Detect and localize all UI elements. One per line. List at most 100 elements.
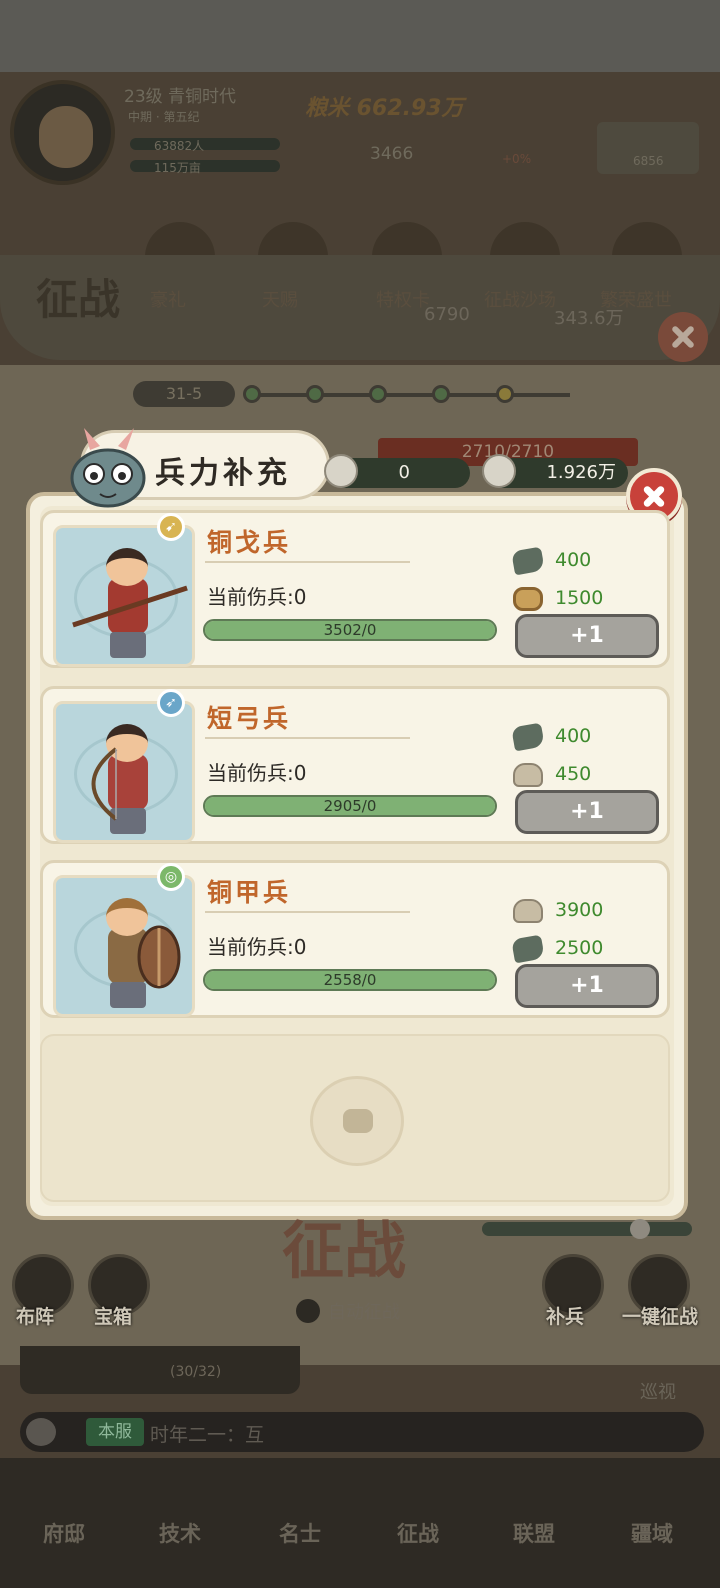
stone-icon <box>511 934 545 964</box>
progress-label: 2905/0 <box>323 797 377 815</box>
cost-value: 450 <box>555 763 592 785</box>
nav-battle[interactable]: 征战 <box>368 1518 468 1552</box>
unit-name: 铜甲兵 <box>207 878 292 907</box>
unit-card-spear: ➹ 铜戈兵 当前伤兵:0 3502/0 400 1500 +1 <box>40 510 670 668</box>
chat-channel-tag: 本服 <box>86 1418 144 1446</box>
chapter-progress[interactable]: (30/32) <box>20 1346 300 1394</box>
unit-card-bow: ➶ 短弓兵 当前伤兵:0 2905/0 400 450 +1 <box>40 686 670 844</box>
land-bar <box>130 160 280 172</box>
stage-track <box>250 393 570 397</box>
modal-title-banner: 兵力补充 <box>60 420 350 518</box>
chat-bubble-icon <box>26 1418 56 1446</box>
nav-mansion[interactable]: 府邸 <box>14 1518 114 1552</box>
resource-left-value: 6790 <box>424 304 470 325</box>
privilege-label: 特权卡 <box>376 290 430 311</box>
stone-icon <box>511 546 545 576</box>
troop-progress-bar: 3502/0 <box>203 619 497 641</box>
nav-alliance[interactable]: 联盟 <box>484 1518 584 1552</box>
stage-indicator: 31-5 <box>133 381 235 407</box>
event-card[interactable]: 6856 <box>597 122 699 174</box>
close-icon[interactable] <box>658 312 708 362</box>
unit-portrait-spear <box>53 525 195 667</box>
soldier-icon <box>324 454 358 488</box>
wounded-count: 当前伤兵:0 <box>207 935 307 959</box>
top-decor-band <box>0 0 720 72</box>
resource-b-value: 1.926万 <box>546 462 616 483</box>
page-title: 征战 <box>36 275 121 324</box>
divider <box>205 737 410 739</box>
stage-node <box>243 385 261 403</box>
wood-icon <box>513 587 543 611</box>
wounded-count: 当前伤兵:0 <box>207 585 307 609</box>
bow-icon <box>91 747 118 821</box>
unit-portrait-bow <box>53 701 195 843</box>
player-avatar[interactable] <box>10 80 115 185</box>
modal-title: 兵力补充 <box>155 456 291 491</box>
auto-battle-label: 自动征战 <box>328 1302 400 1323</box>
resource-a-value: 3466 <box>370 144 414 164</box>
divider <box>205 561 410 563</box>
stage-node <box>306 385 324 403</box>
auto-battle-checkbox[interactable] <box>296 1299 320 1323</box>
event-card-value: 6856 <box>633 154 664 168</box>
empty-unit-slot <box>40 1034 670 1202</box>
chat-bar[interactable]: 本服 时年二一：互 <box>20 1412 704 1452</box>
nav-tech[interactable]: 技术 <box>130 1518 230 1552</box>
locked-slot-icon <box>310 1076 404 1166</box>
avatar-face <box>39 106 93 168</box>
blessing-label: 天赐 <box>262 290 298 311</box>
stage-node-current <box>496 385 514 403</box>
resource-a-pill: 0 <box>324 454 470 488</box>
troop-progress-bar: 2558/0 <box>203 969 497 991</box>
nav-territory[interactable]: 疆域 <box>602 1518 702 1552</box>
cost-value: 400 <box>555 725 592 747</box>
gift-label: 豪礼 <box>150 290 186 311</box>
unit-card-armor: ◎ 铜甲兵 当前伤兵:0 2558/0 3900 2500 +1 <box>40 860 670 1018</box>
speed-slider[interactable] <box>482 1219 692 1239</box>
chapter-progress-text: (30/32) <box>170 1364 222 1380</box>
troop-progress-bar: 2905/0 <box>203 795 497 817</box>
shield-icon <box>137 925 181 989</box>
resource-b-pill: 1.926万 <box>482 454 628 488</box>
add-one-button[interactable]: +1 <box>515 964 659 1008</box>
food-value: 粮米 662.93万 <box>305 96 464 121</box>
battle-title-art: 征战 <box>282 1214 407 1287</box>
portrait-head <box>106 548 148 586</box>
unit-name: 铜戈兵 <box>207 528 292 557</box>
patrol-button[interactable]: 巡视 <box>640 1378 676 1404</box>
shield-badge-icon: ◎ <box>157 863 185 891</box>
population-text: 63882人 <box>154 139 205 153</box>
rock-icon <box>513 899 543 923</box>
nav-heroes[interactable]: 名士 <box>250 1518 350 1552</box>
unit-name: 短弓兵 <box>207 704 292 733</box>
resource-right-value: 343.6万 <box>554 308 624 329</box>
dragon-mascot-icon <box>70 428 146 508</box>
cost-value: 1500 <box>555 587 604 609</box>
add-one-button[interactable]: +1 <box>515 790 659 834</box>
chat-message: 时年二一：互 <box>150 1424 265 1446</box>
stage-node <box>369 385 387 403</box>
cost-value: 2500 <box>555 937 604 959</box>
spear-badge-icon: ➹ <box>157 513 185 541</box>
progress-label: 3502/0 <box>323 621 377 639</box>
stage-node <box>432 385 450 403</box>
progress-label: 2558/0 <box>323 971 377 989</box>
reinforce-label: 补兵 <box>546 1306 585 1328</box>
percent-text: +0% <box>502 152 532 166</box>
bow-badge-icon: ➶ <box>157 689 185 717</box>
one-click-battle-label: 一键征战 <box>622 1306 699 1328</box>
add-one-button[interactable]: +1 <box>515 614 659 658</box>
population-bar <box>130 138 280 150</box>
rock-icon <box>513 763 543 787</box>
land-text: 115万亩 <box>154 161 201 175</box>
player-level: 23级 青铜时代 <box>124 87 237 107</box>
stone-icon <box>511 722 545 752</box>
battlefield-label: 征战沙场 <box>484 290 556 311</box>
cost-value: 3900 <box>555 899 604 921</box>
player-era: 中期 · 第五纪 <box>128 110 200 124</box>
chest-label: 宝箱 <box>94 1306 133 1328</box>
divider <box>205 911 410 913</box>
resource-a-value: 0 <box>398 462 410 483</box>
wounded-count: 当前伤兵:0 <box>207 761 307 785</box>
cost-value: 400 <box>555 549 592 571</box>
